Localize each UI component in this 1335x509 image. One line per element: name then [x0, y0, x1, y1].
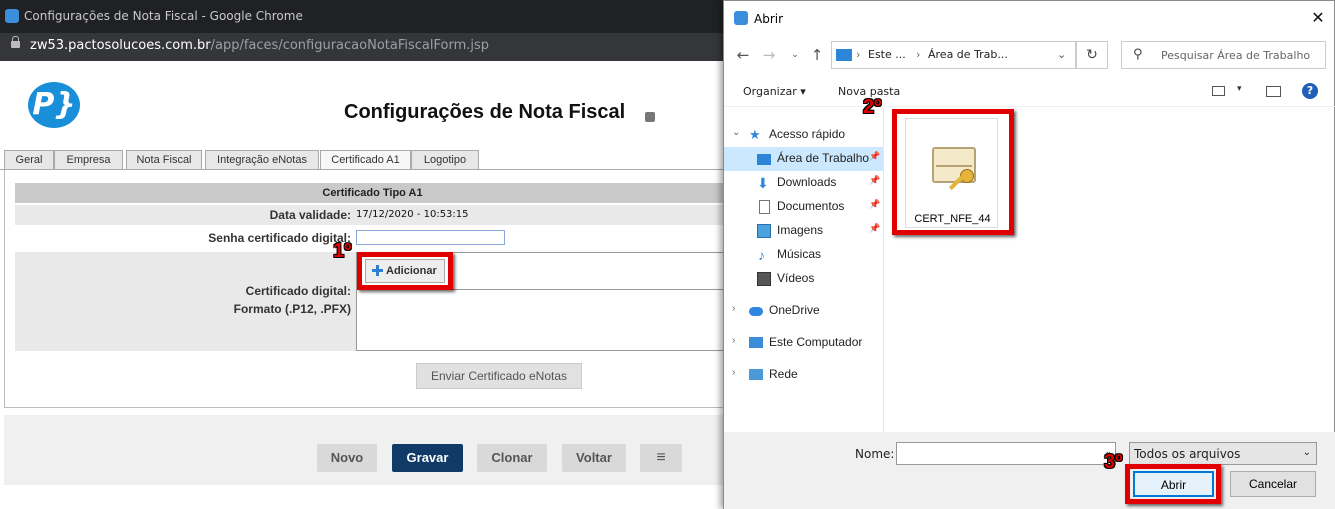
cert-label: Certificado digital: [245, 284, 351, 298]
app-icon [5, 9, 19, 23]
pin-icon: 📌 [869, 223, 881, 233]
computer-icon [836, 49, 852, 61]
url-text[interactable]: zw53.pactosolucoes.com.br/app/faces/conf… [30, 38, 489, 53]
nav-area-de-trabalho[interactable]: Área de Trabalho 📌 [724, 147, 883, 171]
cloud-icon [749, 307, 763, 316]
voltar-button[interactable]: Voltar [562, 444, 626, 472]
pin-icon: 📌 [869, 199, 881, 209]
desktop-icon [757, 154, 771, 165]
nav-imagens[interactable]: Imagens 📌 [724, 219, 883, 243]
step-3-label: 3º [1104, 451, 1123, 473]
computer-icon [749, 337, 763, 348]
breadcrumb-area[interactable]: Área de Trab... [928, 48, 1008, 61]
chevron-down-icon[interactable]: ▾ [1237, 84, 1242, 94]
address-bar[interactable]: › Este ... › Área de Trab... ⌄ [831, 41, 1076, 69]
nav-acesso-rapido[interactable]: ⌄ ★ Acesso rápido [724, 123, 883, 147]
nav-este-computador[interactable]: › Este Computador [724, 331, 883, 355]
file-type-select[interactable]: Todos os arquivos ⌄ [1129, 442, 1317, 465]
organize-menu[interactable]: Organizar ▾ [743, 85, 806, 98]
format-label: Formato (.P12, .PFX) [233, 302, 351, 316]
add-button-label: Adicionar [386, 265, 437, 277]
company-logo: P} [28, 82, 80, 128]
gravar-button[interactable]: Gravar [392, 444, 463, 472]
external-link-icon[interactable] [645, 112, 655, 122]
nav-rede[interactable]: › Rede [724, 363, 883, 387]
lock-icon [11, 36, 20, 48]
name-label: Nome: [855, 447, 895, 461]
pin-icon: 📌 [869, 151, 881, 161]
tab-integracao-enotas[interactable]: Integração eNotas [205, 150, 319, 169]
search-input[interactable]: ⚲ Pesquisar Área de Trabalho [1121, 41, 1326, 69]
nav-downloads[interactable]: ⬇ Downloads 📌 [724, 171, 883, 195]
pin-icon: 📌 [869, 175, 881, 185]
step-1-label: 1º [333, 240, 352, 262]
tab-empresa[interactable]: Empresa [54, 150, 123, 169]
up-arrow-icon[interactable]: ↑ [808, 46, 826, 64]
download-icon: ⬇ [757, 175, 769, 191]
tab-geral[interactable]: Geral [4, 150, 54, 169]
tab-nota-fiscal[interactable]: Nota Fiscal [126, 150, 202, 169]
chevron-down-icon[interactable]: ⌄ [1057, 48, 1066, 61]
clonar-button[interactable]: Clonar [477, 444, 547, 472]
nav-onedrive[interactable]: › OneDrive [724, 299, 883, 323]
close-icon[interactable]: ✕ [1309, 9, 1327, 27]
help-icon[interactable]: ? [1302, 83, 1318, 99]
password-field[interactable] [356, 230, 505, 245]
star-icon: ★ [749, 127, 761, 142]
page-title: Configurações de Nota Fiscal [344, 101, 626, 123]
open-file-dialog: Abrir ✕ ← → ⌄ ↑ › Este ... › Área de Tra… [723, 0, 1335, 509]
open-button[interactable]: Abrir [1133, 471, 1214, 497]
search-icon: ⚲ [1133, 47, 1143, 62]
validade-value: 17/12/2020 - 10:53:15 [356, 209, 469, 220]
cancel-button[interactable]: Cancelar [1230, 471, 1316, 497]
nav-documentos[interactable]: Documentos 📌 [724, 195, 883, 219]
send-certificate-button[interactable]: Enviar Certificado eNotas [416, 363, 582, 389]
browser-title: Configurações de Nota Fiscal - Google Ch… [24, 9, 303, 23]
senha-label: Senha certificado digital: [208, 231, 351, 245]
section-header: Certificado Tipo A1 [15, 183, 730, 203]
nav-videos[interactable]: Vídeos [724, 267, 883, 291]
back-arrow-icon[interactable]: ← [734, 46, 752, 64]
dialog-toolbar: Organizar ▾ Nova pasta [724, 77, 1335, 107]
view-options-icon[interactable] [1212, 86, 1225, 96]
step-2-label: 2º [863, 96, 882, 118]
add-certificate-button[interactable]: Adicionar [365, 259, 445, 283]
row-validade: Data validade: 17/12/2020 - 10:53:15 [15, 205, 730, 225]
dialog-title: Abrir [754, 12, 784, 26]
validade-label: Data validade: [269, 208, 351, 222]
novo-button[interactable]: Novo [317, 444, 377, 472]
network-icon [749, 369, 763, 380]
highlight-step2 [892, 109, 1014, 235]
videos-icon [757, 272, 771, 286]
tab-logotipo[interactable]: Logotipo [411, 150, 479, 169]
app-icon [734, 11, 748, 25]
music-icon: ♪ [758, 247, 765, 263]
tab-certificado-a1[interactable]: Certificado A1 [320, 150, 411, 170]
breadcrumb-este[interactable]: Este ... [868, 48, 906, 61]
navigation-pane: ⌄ ★ Acesso rápido Área de Trabalho 📌 ⬇ D… [724, 108, 884, 432]
images-icon [757, 224, 771, 238]
chevron-down-icon[interactable]: ⌄ [786, 46, 804, 64]
list-icon[interactable]: ≡ [640, 444, 682, 472]
refresh-icon[interactable]: ↻ [1076, 41, 1108, 69]
documents-icon [759, 200, 770, 214]
filename-input[interactable]: ⌄ [896, 442, 1116, 465]
dialog-title-bar: Abrir ✕ [724, 1, 1335, 35]
forward-arrow-icon[interactable]: → [760, 46, 778, 64]
chevron-down-icon: ⌄ [1302, 447, 1311, 458]
preview-pane-icon[interactable] [1266, 86, 1281, 97]
nav-musicas[interactable]: ♪ Músicas [724, 243, 883, 267]
plus-icon [372, 265, 383, 276]
